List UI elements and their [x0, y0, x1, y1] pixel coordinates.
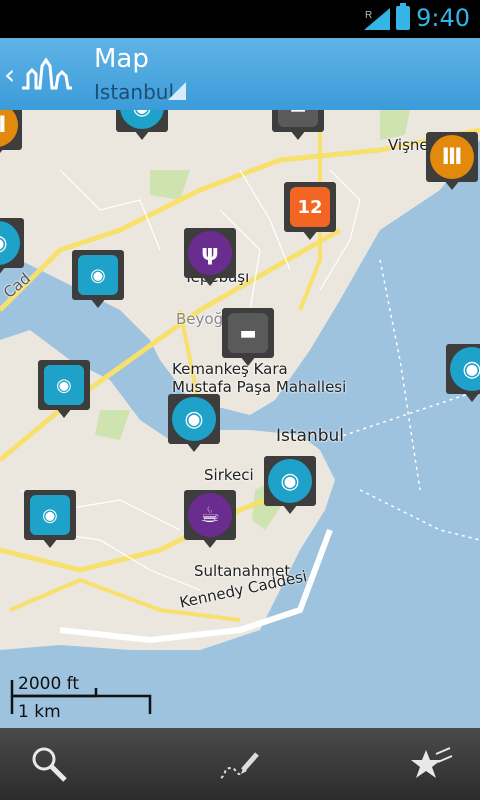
- action-bar: ‹ Map Istanbul: [0, 38, 480, 110]
- hotel-marker[interactable]: ▬: [222, 308, 274, 366]
- calendar-icon: 12: [290, 187, 330, 227]
- status-time: 9:40: [416, 4, 470, 32]
- status-bar: R 9:40: [0, 0, 480, 38]
- map-canvas: [0, 110, 480, 728]
- camera-icon: ◉: [172, 397, 216, 441]
- sight-marker[interactable]: ◉: [38, 360, 90, 418]
- dropdown-indicator-icon[interactable]: [168, 82, 186, 100]
- city-logo-icon[interactable]: [20, 56, 74, 92]
- search-button[interactable]: [24, 742, 74, 786]
- roaming-indicator: R: [365, 10, 372, 21]
- map-label: Beyoğ: [176, 310, 224, 328]
- sight-marker[interactable]: ◉: [446, 344, 480, 402]
- restaurant-marker[interactable]: ψ: [184, 228, 236, 286]
- map-label: Vişne: [388, 136, 429, 154]
- sight-marker[interactable]: ◉: [24, 490, 76, 548]
- camera-icon: ◉: [268, 459, 312, 503]
- battery-icon: [396, 3, 410, 30]
- itinerary-icon: [220, 752, 259, 779]
- search-icon: [32, 747, 67, 782]
- sight-marker[interactable]: ◉: [264, 456, 316, 514]
- page-title: Map: [94, 44, 149, 74]
- sight-marker[interactable]: ◉: [116, 110, 168, 140]
- hotel-marker[interactable]: ▬: [272, 110, 324, 140]
- back-icon[interactable]: ‹: [4, 58, 15, 91]
- cafe-marker[interactable]: ☕: [184, 490, 236, 548]
- favorites-icon: [411, 747, 453, 778]
- museum-marker[interactable]: Ⅲ: [0, 110, 22, 158]
- sight-marker[interactable]: ◉: [0, 218, 24, 276]
- hotel-icon: ▬: [278, 110, 318, 127]
- camera-icon: ◉: [30, 495, 70, 535]
- map-label: Istanbul: [276, 426, 345, 446]
- sight-marker[interactable]: ◉: [72, 250, 124, 308]
- camera-icon: ◉: [44, 365, 84, 405]
- hotel-icon: ▬: [228, 313, 268, 353]
- scale-feet-label: 2000 ft: [18, 674, 80, 694]
- city-selector[interactable]: Istanbul: [94, 80, 174, 104]
- itinerary-button[interactable]: [215, 742, 265, 786]
- signal-icon: R: [364, 8, 390, 30]
- museum-icon: Ⅲ: [430, 135, 474, 179]
- map-label: Sirkeci: [204, 466, 254, 484]
- bottom-toolbar: [0, 728, 480, 800]
- event-marker[interactable]: 12: [284, 182, 336, 240]
- sight-marker[interactable]: ◉: [168, 394, 220, 452]
- camera-icon: ◉: [78, 255, 118, 295]
- museum-marker[interactable]: Ⅲ: [426, 132, 478, 190]
- map-view[interactable]: Vişne Tepebaşı Beyoğ Kemankeş Kara Musta…: [0, 110, 480, 728]
- restaurant-icon: ψ: [188, 231, 232, 275]
- favorites-button[interactable]: [406, 742, 456, 786]
- cafe-icon: ☕: [188, 493, 232, 537]
- scale-km-label: 1 km: [18, 702, 61, 722]
